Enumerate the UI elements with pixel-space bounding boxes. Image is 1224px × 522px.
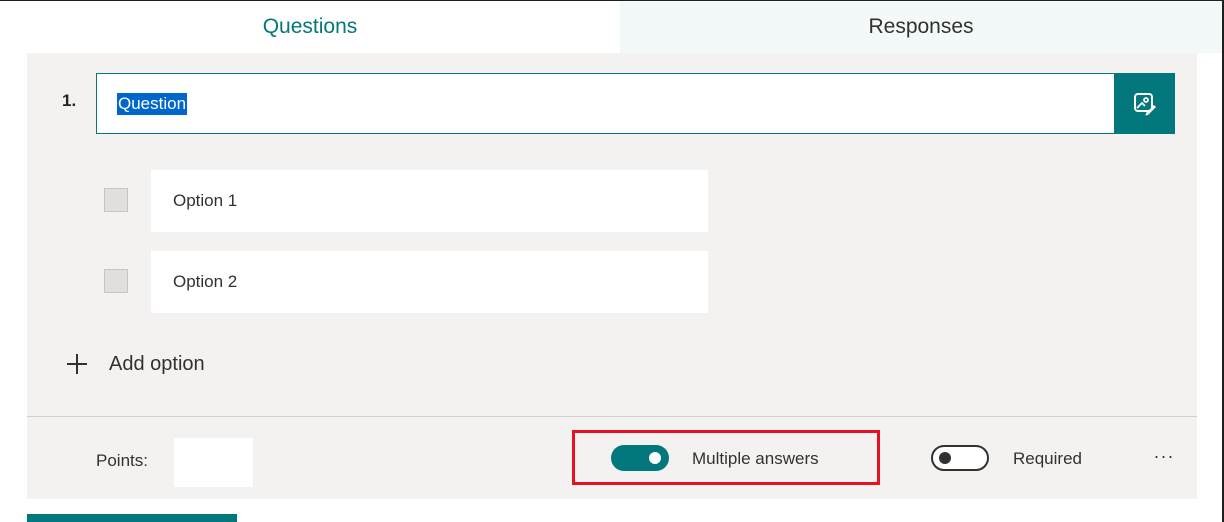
footer-divider [27,416,1197,417]
insert-media-button[interactable] [1114,73,1175,134]
tab-responses[interactable]: Responses [620,1,1222,53]
option-checkbox-2[interactable] [104,269,128,293]
tab-questions[interactable]: Questions [0,1,620,53]
insert-media-icon [1133,92,1156,115]
required-toggle[interactable] [931,445,989,471]
option-row-1: Option 1 [27,170,727,232]
option-checkbox-1[interactable] [104,188,128,212]
points-input[interactable] [174,438,253,487]
more-options-icon[interactable]: ··· [1149,445,1179,467]
question-title-input[interactable]: Question [96,73,1115,134]
add-new-button[interactable] [27,514,237,522]
toggle-knob [939,452,951,464]
question-number: 1. [62,91,77,110]
toggle-knob [649,452,661,464]
multiple-answers-label: Multiple answers [692,449,819,468]
add-option-button[interactable]: Add option [67,349,205,379]
question-title-text: Question [117,92,188,115]
question-card: 1. Question Option 1 Option 2 Add option… [27,53,1197,499]
option-input-2[interactable]: Option 2 [151,251,708,313]
option-input-1[interactable]: Option 1 [151,170,708,232]
points-label: Points: [96,451,148,470]
option-row-2: Option 2 [27,251,727,313]
plus-icon [67,354,87,374]
multiple-answers-toggle[interactable] [611,445,669,471]
add-option-label: Add option [109,352,205,375]
required-label: Required [1013,449,1082,468]
